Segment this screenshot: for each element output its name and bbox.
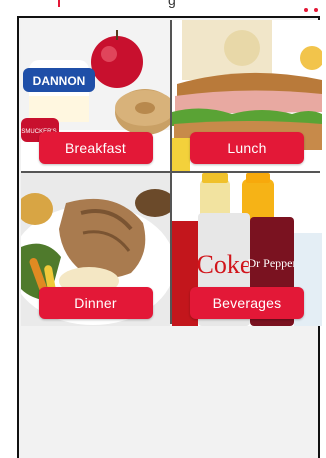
top-bar: g bbox=[0, 0, 326, 16]
tile-lunch[interactable]: Lunch bbox=[172, 20, 322, 171]
dinner-button[interactable]: Dinner bbox=[38, 287, 153, 319]
beverages-button[interactable]: Beverages bbox=[190, 287, 304, 319]
menu-dots-icon[interactable] bbox=[304, 8, 318, 12]
category-grid: DANNON SMUCKER'S Breakfast Lunch Dinner … bbox=[21, 20, 322, 326]
tile-breakfast[interactable]: DANNON SMUCKER'S Breakfast bbox=[21, 20, 170, 171]
can-2-text: Dr Pepper bbox=[248, 256, 297, 270]
top-red-mark bbox=[58, 0, 60, 7]
tile-beverages[interactable]: Coke Dr Pepper Beverages bbox=[172, 173, 322, 326]
title-partial: g bbox=[168, 0, 176, 8]
lunch-button[interactable]: Lunch bbox=[190, 132, 304, 164]
menu-panel: DANNON SMUCKER'S Breakfast Lunch Dinner … bbox=[17, 16, 322, 458]
tile-dinner[interactable]: Dinner bbox=[21, 173, 170, 326]
can-1-text: Coke bbox=[197, 250, 252, 279]
yogurt-brand-text: DANNON bbox=[33, 74, 86, 88]
breakfast-button[interactable]: Breakfast bbox=[38, 132, 153, 164]
